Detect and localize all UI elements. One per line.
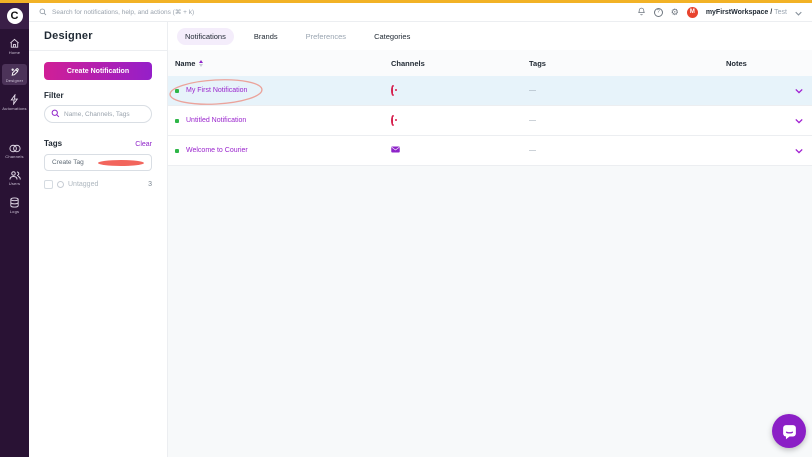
settings-gear-icon[interactable]: ⚙ bbox=[671, 7, 679, 17]
tag-color-dot[interactable] bbox=[98, 159, 144, 166]
table-row[interactable]: Welcome to Courier — bbox=[168, 136, 812, 166]
column-header-tags: Tags bbox=[529, 58, 546, 68]
sidebar-item-label: Home bbox=[8, 50, 21, 55]
column-header-name[interactable]: Name bbox=[175, 59, 195, 68]
courier-logo[interactable]: C bbox=[0, 3, 29, 29]
untagged-count: 3 bbox=[148, 181, 152, 188]
bell-icon[interactable] bbox=[637, 3, 646, 21]
column-header-channels: Channels bbox=[391, 58, 425, 68]
notification-name-link[interactable]: My First Notification bbox=[186, 87, 247, 94]
notification-list: Name Channels Tags Notes My First Notifi… bbox=[168, 50, 812, 457]
sidebar-item-logs[interactable]: Logs bbox=[2, 195, 27, 216]
untagged-filter-row[interactable]: Untagged 3 bbox=[44, 180, 152, 189]
sort-icon[interactable] bbox=[199, 59, 204, 67]
courier-channel-icon bbox=[391, 115, 395, 126]
tab-categories[interactable]: Categories bbox=[366, 28, 418, 45]
page-header: Designer Notifications Brands Preference… bbox=[29, 22, 812, 50]
search-icon bbox=[39, 3, 47, 21]
topbar: ? ⚙ M myFirstWorkspace / Test bbox=[29, 3, 812, 22]
channels-icon bbox=[8, 144, 21, 153]
filter-section-label: Filter bbox=[44, 91, 64, 100]
create-tag-placeholder: Create Tag bbox=[52, 159, 84, 166]
tab-bar: Notifications Brands Preferences Categor… bbox=[177, 28, 418, 45]
tags-empty-value: — bbox=[529, 117, 536, 124]
column-header-notes: Notes bbox=[726, 58, 747, 68]
untagged-checkbox[interactable] bbox=[44, 180, 53, 189]
tags-empty-value: — bbox=[529, 87, 536, 94]
workspace-switcher[interactable]: myFirstWorkspace / Test bbox=[706, 9, 787, 16]
workspace-name: myFirstWorkspace / bbox=[705, 8, 775, 16]
notification-name-link[interactable]: Welcome to Courier bbox=[186, 147, 248, 154]
sidebar-item-designer[interactable]: Designer bbox=[2, 64, 27, 85]
row-expand-button[interactable] bbox=[786, 148, 812, 154]
automations-icon bbox=[9, 94, 20, 105]
untagged-tag-circle-icon bbox=[57, 181, 64, 188]
clear-tags-link[interactable]: Clear bbox=[135, 141, 152, 148]
designer-icon bbox=[9, 66, 20, 77]
create-tag-input[interactable]: Create Tag bbox=[44, 154, 152, 171]
environment-color-strip bbox=[0, 0, 812, 3]
users-icon bbox=[9, 170, 21, 180]
tab-notifications[interactable]: Notifications bbox=[177, 28, 234, 45]
notification-name-link[interactable]: Untitled Notification bbox=[186, 117, 246, 124]
sidebar-item-automations[interactable]: Automations bbox=[2, 92, 27, 113]
sidebar-item-label: Channels bbox=[5, 154, 24, 159]
help-icon[interactable]: ? bbox=[653, 7, 663, 17]
filter-search[interactable] bbox=[44, 105, 152, 123]
sidebar-item-label: Logs bbox=[9, 209, 20, 214]
create-notification-button[interactable]: Create Notification bbox=[44, 62, 152, 80]
filter-panel: Create Notification Filter Tags Clear Cr… bbox=[29, 50, 167, 457]
tags-empty-value: — bbox=[529, 147, 536, 154]
logs-icon bbox=[9, 197, 20, 208]
sidebar-item-label: Users bbox=[8, 181, 21, 186]
filter-search-input[interactable] bbox=[64, 110, 144, 118]
global-search[interactable] bbox=[39, 3, 637, 21]
table-row[interactable]: My First Notification — bbox=[168, 76, 812, 106]
untagged-label: Untagged bbox=[68, 181, 99, 188]
table-header: Name Channels Tags Notes bbox=[168, 50, 812, 76]
tags-section-label: Tags bbox=[44, 139, 63, 148]
courier-channel-icon bbox=[391, 85, 395, 96]
published-status-dot bbox=[175, 88, 179, 93]
courier-logo-icon: C bbox=[6, 8, 23, 24]
chat-launcher-button[interactable] bbox=[772, 414, 806, 448]
published-status-dot bbox=[175, 148, 179, 153]
home-icon bbox=[9, 38, 20, 49]
sidebar: C Home Designer Automations Channels Use… bbox=[0, 3, 29, 457]
sidebar-item-channels[interactable]: Channels bbox=[2, 142, 27, 161]
email-channel-icon bbox=[391, 146, 400, 155]
search-icon bbox=[51, 105, 60, 123]
sidebar-item-home[interactable]: Home bbox=[2, 36, 27, 57]
environment-name: Test bbox=[774, 8, 787, 16]
sidebar-item-label: Designer bbox=[5, 78, 24, 83]
row-expand-button[interactable] bbox=[786, 88, 812, 94]
row-expand-button[interactable] bbox=[786, 118, 812, 124]
published-status-dot bbox=[175, 118, 179, 123]
sidebar-item-label: Automations bbox=[2, 106, 27, 111]
chat-bubble-icon bbox=[782, 424, 796, 439]
chevron-down-icon[interactable] bbox=[795, 3, 802, 21]
sidebar-item-users[interactable]: Users bbox=[2, 168, 27, 188]
page-title: Designer bbox=[44, 30, 93, 42]
global-search-input[interactable] bbox=[52, 8, 312, 16]
avatar[interactable]: M bbox=[686, 6, 698, 18]
panel-divider bbox=[167, 22, 168, 457]
tab-preferences[interactable]: Preferences bbox=[298, 28, 354, 45]
table-row[interactable]: Untitled Notification — bbox=[168, 106, 812, 136]
tab-brands[interactable]: Brands bbox=[246, 28, 286, 45]
